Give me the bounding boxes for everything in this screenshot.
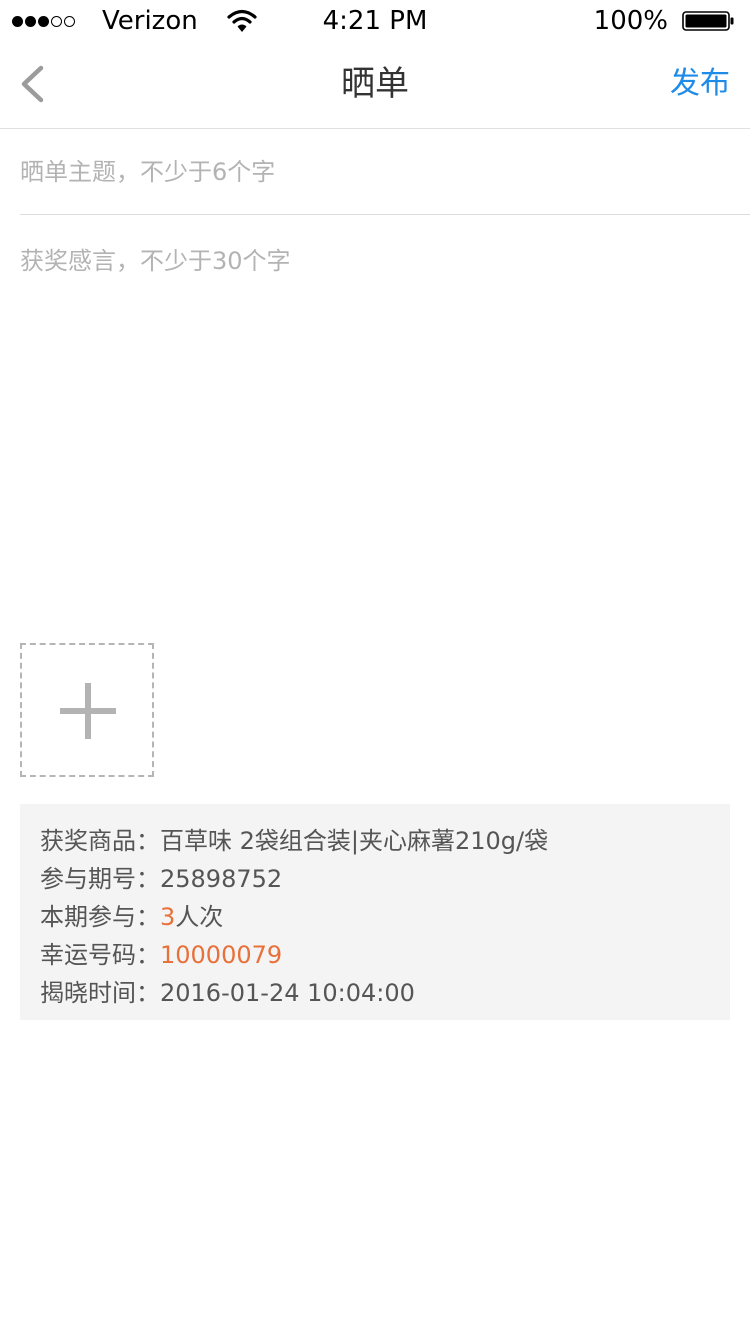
issue-number-label: 参与期号： xyxy=(40,865,160,893)
participation-unit: 人次 xyxy=(175,903,224,931)
prize-product-value: 百草味 2袋组合装|夹心麻薯210g/袋 xyxy=(160,827,549,855)
lucky-number-value: 10000079 xyxy=(160,941,283,969)
participation-label: 本期参与： xyxy=(40,903,160,931)
post-content-textarea[interactable] xyxy=(20,244,730,614)
reveal-time-label: 揭晓时间： xyxy=(40,979,160,1007)
navigation-bar: 晒单 发布 xyxy=(0,40,750,129)
prize-product-row: 获奖商品：百草味 2袋组合装|夹心麻薯210g/袋 xyxy=(40,822,730,860)
prize-info-panel: 获奖商品：百草味 2袋组合装|夹心麻薯210g/袋 参与期号：25898752 … xyxy=(20,804,730,1020)
lucky-number-label: 幸运号码： xyxy=(40,941,160,969)
reveal-time-row: 揭晓时间：2016-01-24 10:04:00 xyxy=(40,974,730,1012)
post-title-input[interactable] xyxy=(20,130,750,215)
chevron-left-icon xyxy=(21,65,44,103)
battery-percentage: 100% xyxy=(593,6,668,36)
prize-product-label: 获奖商品： xyxy=(40,827,160,855)
publish-button[interactable]: 发布 xyxy=(670,62,730,106)
lucky-number-row: 幸运号码：10000079 xyxy=(40,936,730,974)
participation-row: 本期参与：3人次 xyxy=(40,898,730,936)
battery-icon xyxy=(682,11,734,31)
status-bar: Verizon 4:21 PM 100% xyxy=(0,0,750,40)
issue-number-value: 25898752 xyxy=(160,865,283,893)
back-button[interactable] xyxy=(14,62,58,106)
page-title: 晒单 xyxy=(341,64,409,104)
reveal-time-value: 2016-01-24 10:04:00 xyxy=(160,979,415,1007)
add-photo-button[interactable] xyxy=(20,643,154,777)
issue-number-row: 参与期号：25898752 xyxy=(40,860,730,898)
participation-count: 3 xyxy=(160,903,176,931)
